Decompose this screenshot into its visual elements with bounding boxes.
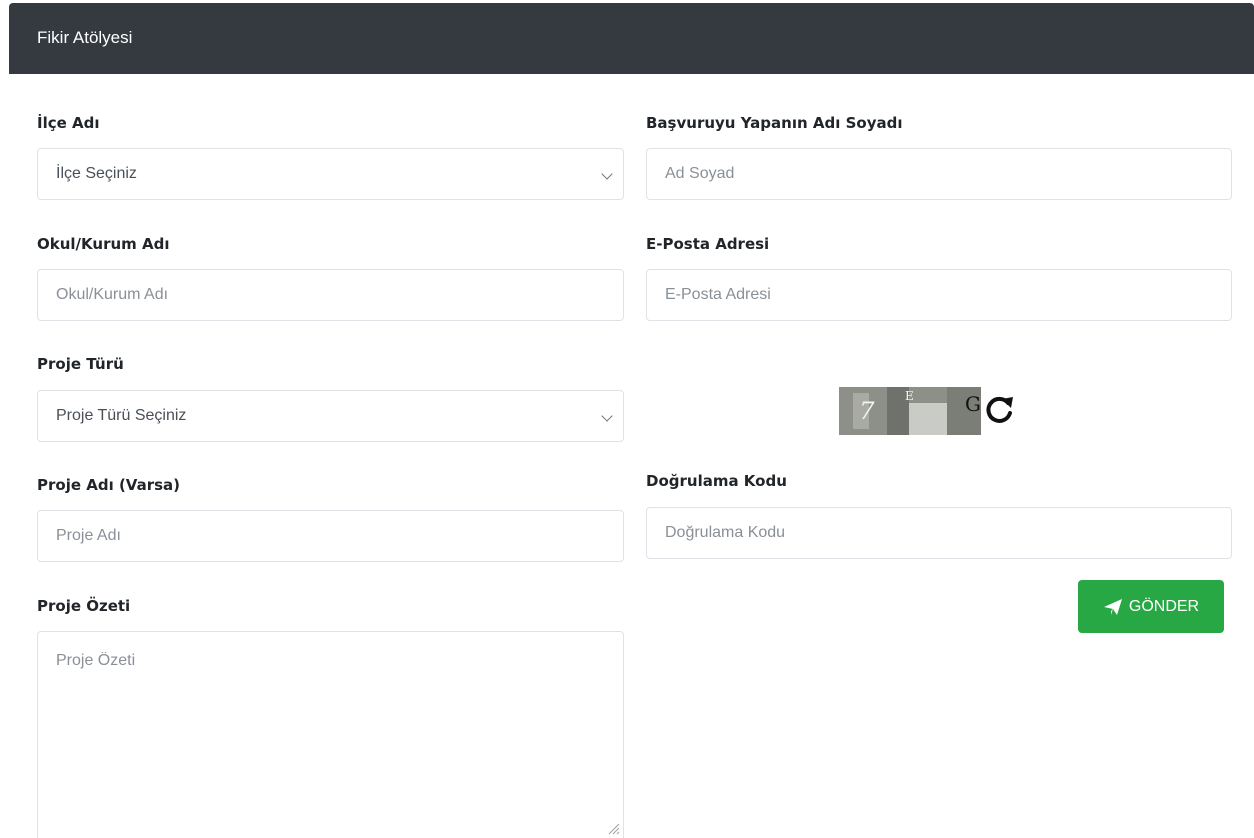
submit-button[interactable]: GÖNDER xyxy=(1078,580,1224,633)
verification-input[interactable] xyxy=(665,524,1213,542)
district-label: İlçe Adı xyxy=(37,114,100,132)
resize-grip-icon[interactable] xyxy=(606,821,620,835)
email-input[interactable] xyxy=(665,286,1213,304)
verification-label: Doğrulama Kodu xyxy=(646,472,787,490)
refresh-icon[interactable] xyxy=(982,393,1016,427)
applicant-label: Başvuruyu Yapanın Adı Soyadı xyxy=(646,114,903,132)
verification-field[interactable] xyxy=(646,507,1232,559)
summary-label: Proje Özeti xyxy=(37,597,131,615)
summary-field[interactable] xyxy=(37,631,624,838)
project-type-select-value: Proje Türü Seçiniz xyxy=(56,407,187,424)
school-field[interactable] xyxy=(37,269,624,321)
captcha-char: E xyxy=(905,389,914,403)
captcha-char: G xyxy=(965,392,981,416)
page-title: Fikir Atölyesi xyxy=(37,28,133,47)
project-name-field[interactable] xyxy=(37,510,624,562)
school-label: Okul/Kurum Adı xyxy=(37,235,170,253)
summary-textarea[interactable] xyxy=(56,652,605,822)
project-name-input[interactable] xyxy=(56,527,605,545)
chevron-down-icon xyxy=(601,168,613,180)
captcha-image: 7 E G xyxy=(839,387,981,435)
project-name-label: Proje Adı (Varsa) xyxy=(37,476,181,494)
email-field[interactable] xyxy=(646,269,1232,321)
submit-button-label: GÖNDER xyxy=(1128,597,1200,615)
chevron-down-icon xyxy=(601,410,613,422)
applicant-field[interactable] xyxy=(646,148,1232,200)
card-header: Fikir Atölyesi xyxy=(9,3,1254,74)
captcha-noise xyxy=(909,403,947,435)
applicant-input[interactable] xyxy=(665,165,1213,183)
project-type-select[interactable]: Proje Türü Seçiniz xyxy=(37,390,624,442)
district-select[interactable]: İlçe Seçiniz xyxy=(37,148,624,200)
project-type-label: Proje Türü xyxy=(37,355,124,373)
email-label: E-Posta Adresi xyxy=(646,235,770,253)
district-select-value: İlçe Seçiniz xyxy=(56,165,137,182)
school-input[interactable] xyxy=(56,286,605,304)
paper-plane-icon xyxy=(1103,598,1122,615)
